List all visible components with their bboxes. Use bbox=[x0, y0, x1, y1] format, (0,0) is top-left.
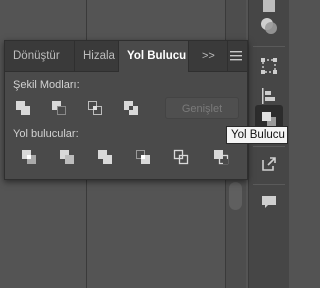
tabs-overflow-button[interactable]: >> bbox=[202, 41, 215, 71]
minus-front-icon[interactable] bbox=[49, 98, 69, 118]
tooltip: Yol Bulucu bbox=[226, 126, 288, 144]
intersect-icon[interactable] bbox=[85, 98, 105, 118]
pathfinder-panel: Dönüştür Hizala Yol Bulucu >> Şekil Modl… bbox=[4, 40, 248, 180]
panel-menu-icon[interactable] bbox=[227, 41, 244, 71]
dock-separator bbox=[253, 184, 285, 185]
trim-icon[interactable] bbox=[57, 147, 77, 167]
transform-icon[interactable] bbox=[255, 52, 283, 80]
pathfinders-label: Yol bulucular: bbox=[13, 128, 79, 140]
comments-icon[interactable] bbox=[255, 188, 283, 216]
merge-icon[interactable] bbox=[95, 147, 115, 167]
divide-icon[interactable] bbox=[19, 147, 39, 167]
dock-separator bbox=[253, 146, 285, 147]
tab-transform[interactable]: Dönüştür bbox=[5, 41, 75, 71]
scrollbar-thumb[interactable] bbox=[229, 182, 242, 210]
outline-icon[interactable] bbox=[171, 147, 191, 167]
unite-icon[interactable] bbox=[13, 98, 33, 118]
tab-align[interactable]: Hizala bbox=[75, 41, 119, 71]
shape-modes-label: Şekil Modları: bbox=[13, 79, 80, 91]
expand-button[interactable]: Genişlet bbox=[165, 97, 239, 119]
exclude-icon[interactable] bbox=[121, 98, 141, 118]
right-panel-dock bbox=[248, 0, 289, 288]
crop-icon[interactable] bbox=[133, 147, 153, 167]
minus-back-icon[interactable] bbox=[211, 147, 231, 167]
dock-separator bbox=[253, 46, 285, 47]
export-icon[interactable] bbox=[255, 150, 283, 178]
transparency-icon[interactable] bbox=[255, 12, 283, 40]
tab-pathfinder[interactable]: Yol Bulucu bbox=[119, 41, 189, 72]
panel-tab-bar: Dönüştür Hizala Yol Bulucu >> bbox=[5, 41, 247, 72]
